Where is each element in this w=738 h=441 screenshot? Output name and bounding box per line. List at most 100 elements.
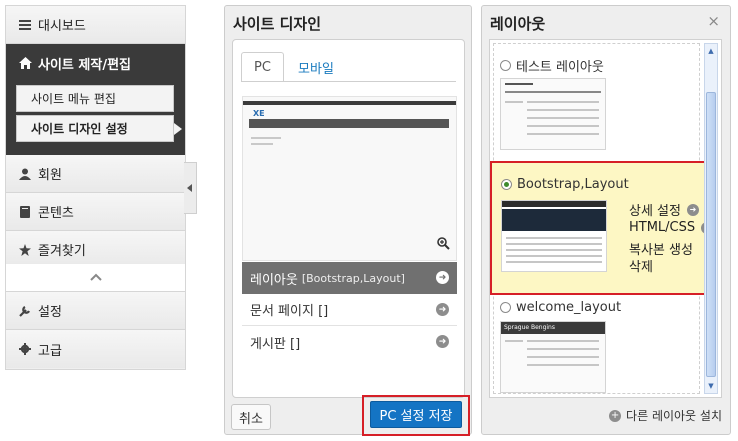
- panel-title: 레이아웃: [490, 15, 546, 33]
- layout-option-label: 테스트 레이아웃: [516, 60, 604, 75]
- preview-text: [251, 143, 273, 145]
- chevron-left-icon: [187, 181, 193, 196]
- layout-thumbnail-welcome[interactable]: Sprague Bengins: [500, 321, 606, 393]
- arrow-right-icon: ➜: [436, 271, 449, 284]
- thumb-element: [527, 117, 599, 119]
- chevron-up-icon: [89, 270, 102, 285]
- thumb-element: [505, 101, 523, 103]
- action-label: 삭제: [629, 260, 653, 275]
- scrollbar-thumb[interactable]: [706, 92, 716, 377]
- sidebar-subitem-label: 사이트 메뉴 편집: [31, 92, 116, 106]
- layout-list: 테스트 레이아웃 Bootstrap,Layout 상세 설정 ➜ HTML/C…: [489, 39, 722, 398]
- layout-detail-settings[interactable]: 상세 설정 ➜: [629, 200, 699, 219]
- layout-panel: 레이아웃 × 테스트 레이아웃 Bootstrap,Layout 상세 설정 ➜…: [481, 5, 731, 435]
- preview-logo: XE: [253, 109, 265, 118]
- layout-delete-button[interactable]: 삭제: [629, 256, 653, 275]
- radio-button[interactable]: [500, 302, 511, 313]
- sidebar-item-label: 콘텐츠: [38, 206, 74, 221]
- thumb-element: [527, 133, 599, 135]
- install-label: 다른 레이아웃 설치: [626, 409, 722, 423]
- thumb-element: [527, 109, 599, 111]
- sidebar-item-site-menu[interactable]: 사이트 제작/편집: [6, 44, 185, 82]
- sidebar-item-advanced[interactable]: 고급: [6, 330, 185, 368]
- dashboard-icon: [18, 18, 32, 32]
- layout-thumbnail-test[interactable]: [500, 78, 606, 150]
- scroll-up-icon[interactable]: ▲: [706, 46, 716, 56]
- radio-button-selected[interactable]: [501, 179, 512, 190]
- sidebar-subitem-label: 사이트 디자인 설정: [31, 122, 128, 136]
- thumb-element: [505, 83, 533, 85]
- layout-html-css[interactable]: HTML/CSS ➜: [629, 220, 714, 235]
- home-icon: [18, 56, 32, 70]
- plus-circle-icon: +: [609, 409, 622, 422]
- layout-option-welcome[interactable]: welcome_layout: [500, 300, 621, 315]
- layout-preview[interactable]: XE: [242, 96, 457, 261]
- thumb-element: [505, 340, 523, 342]
- scroll-down-icon[interactable]: ▼: [706, 381, 716, 391]
- thumb-title: Sprague Bengins: [501, 322, 605, 334]
- thumb-element: [502, 201, 606, 207]
- list-item-label: 레이아웃: [250, 272, 298, 288]
- sidebar-item-contents[interactable]: 콘텐츠: [6, 193, 185, 231]
- list-item-label: 문서 페이지 []: [250, 304, 329, 319]
- zoom-in-icon[interactable]: [437, 237, 450, 254]
- thumb-element: [502, 209, 606, 231]
- sidebar-item-dashboard[interactable]: 대시보드: [6, 6, 185, 44]
- preview-text: [251, 137, 281, 139]
- thumb-element: [506, 255, 602, 257]
- tab-divider: [241, 81, 456, 82]
- tab-pc[interactable]: PC: [241, 52, 284, 82]
- thumb-element: [527, 340, 599, 342]
- layout-scrollbar[interactable]: ▲ ▼: [704, 43, 718, 394]
- sidebar-subitem-design[interactable]: 사이트 디자인 설정: [16, 115, 182, 142]
- thumb-element: [527, 125, 599, 127]
- gear-icon: [18, 342, 32, 356]
- sidebar-collapse-toggle[interactable]: [6, 264, 185, 292]
- arrow-right-icon: ➜: [686, 203, 699, 216]
- save-pc-settings-button[interactable]: PC 설정 저장: [370, 401, 462, 428]
- thumb-element: [506, 249, 602, 251]
- sidebar-item-label: 회원: [38, 168, 62, 183]
- wrench-icon: [18, 304, 32, 318]
- list-item-document-page[interactable]: 문서 페이지 [] ➜: [242, 294, 457, 326]
- cancel-button[interactable]: 취소: [231, 404, 271, 430]
- thumb-element: [527, 348, 599, 350]
- sidebar-subitem-menu-edit[interactable]: 사이트 메뉴 편집: [16, 85, 174, 112]
- sidebar-item-label: 즐겨찾기: [38, 244, 86, 259]
- sidebar-item-label: 고급: [38, 343, 62, 359]
- list-item-sub: [Bootstrap,Layout]: [301, 271, 405, 285]
- site-design-panel: 사이트 디자인 PC 모바일 XE 레이아웃 [Bootstrap,Layout…: [224, 5, 472, 436]
- layout-option-bootstrap[interactable]: Bootstrap,Layout: [501, 177, 629, 192]
- sidebar-collapse-handle[interactable]: [184, 162, 197, 214]
- thumb-element: [505, 91, 601, 93]
- layout-thumbnail-bootstrap[interactable]: [501, 200, 607, 272]
- arrow-right-icon: ➜: [436, 335, 449, 348]
- design-content: PC 모바일 XE 레이아웃 [Bootstrap,Layout] ➜ 문서 페…: [232, 39, 465, 398]
- sidebar-item-label: 사이트 제작/편집: [38, 57, 131, 73]
- arrow-right-icon: ➜: [436, 303, 449, 316]
- book-icon: [18, 205, 32, 219]
- save-button-highlight: PC 설정 저장: [362, 395, 470, 436]
- preview-topbar: [243, 101, 456, 105]
- radio-button[interactable]: [500, 60, 511, 71]
- thumb-element: [527, 356, 599, 358]
- sidebar-item-members[interactable]: 회원: [6, 155, 185, 193]
- layout-option-label: Bootstrap,Layout: [517, 177, 629, 192]
- close-icon[interactable]: ×: [707, 12, 720, 30]
- panel-title: 사이트 디자인: [233, 15, 322, 33]
- thumb-element: [506, 243, 602, 245]
- list-item-board[interactable]: 게시판 [] ➜: [242, 326, 457, 358]
- tab-mobile[interactable]: 모바일: [291, 52, 341, 82]
- sidebar-item-label: 대시보드: [38, 19, 86, 34]
- action-label: 상세 설정: [629, 204, 681, 219]
- thumb-element: [527, 101, 599, 103]
- list-item-layout[interactable]: 레이아웃 [Bootstrap,Layout] ➜: [242, 262, 457, 294]
- sidebar-item-settings[interactable]: 설정: [6, 292, 185, 330]
- preview-nav: [249, 119, 449, 128]
- layout-option-test[interactable]: 테스트 레이아웃: [500, 56, 604, 75]
- thumb-element: [527, 364, 599, 366]
- sidebar-submenu: 사이트 메뉴 편집 사이트 디자인 설정: [6, 81, 185, 161]
- star-icon: [18, 243, 32, 257]
- user-icon: [18, 167, 32, 181]
- install-other-layout-link[interactable]: + 다른 레이아웃 설치: [609, 407, 722, 424]
